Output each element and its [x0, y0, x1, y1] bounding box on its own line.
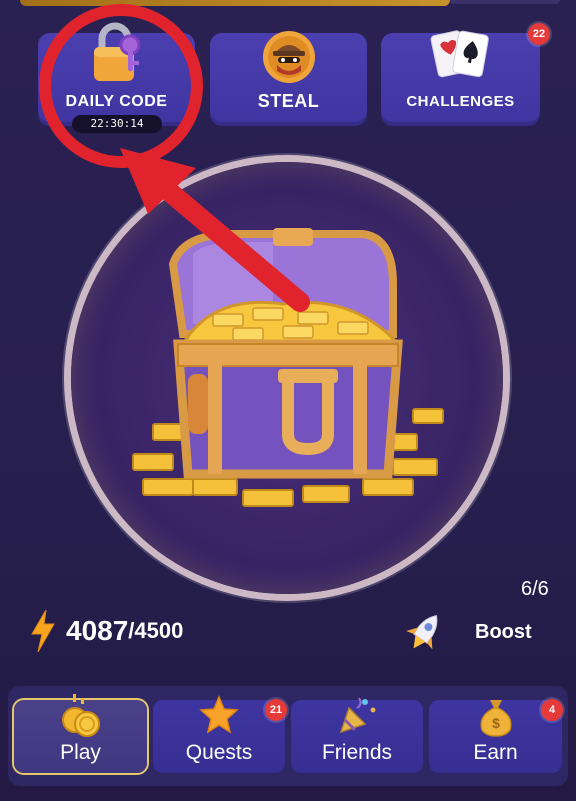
svg-text:$: $	[492, 715, 500, 731]
thief-icon	[263, 31, 315, 83]
daily-code-timer: 22:30:14	[72, 115, 162, 133]
challenges-button[interactable]: CHALLENGES 22	[381, 23, 550, 126]
energy-refill-count: 6/6	[521, 578, 549, 600]
challenges-label: CHALLENGES	[406, 93, 515, 110]
nav-friends-label: Friends	[321, 741, 393, 764]
daily-code-button[interactable]: DAILY CODE 22:30:14	[38, 22, 195, 133]
star-icon	[199, 695, 239, 734]
money-bag-icon: $	[480, 700, 511, 737]
earn-badge: 4	[541, 699, 563, 721]
playing-cards-icon	[430, 30, 489, 78]
rocket-icon	[406, 615, 438, 650]
quests-badge: 21	[265, 699, 287, 721]
party-horn-icon	[339, 697, 376, 734]
boost-label: Boost	[475, 620, 532, 643]
treasure-chest-icon	[132, 228, 444, 507]
top-progress-strip	[20, 0, 450, 6]
challenges-badge: 22	[528, 23, 550, 45]
padlock-key-icon	[94, 22, 141, 81]
energy-display: 4087 /4500	[30, 610, 183, 652]
lightning-icon	[31, 610, 55, 652]
daily-code-label: DAILY CODE	[65, 93, 168, 110]
top-strip-right	[450, 0, 560, 4]
boost-button[interactable]: Boost	[405, 610, 555, 654]
nav-play[interactable]: Play	[14, 694, 147, 773]
energy-current: 4087	[66, 615, 129, 646]
nav-quests[interactable]: Quests 21	[153, 695, 287, 773]
coins-icon	[61, 694, 100, 737]
steal-label: STEAL	[257, 91, 320, 111]
nav-play-label: Play	[60, 741, 101, 764]
nav-quests-label: Quests	[185, 741, 253, 764]
nav-friends[interactable]: Friends	[291, 697, 423, 773]
tap-treasure-chest[interactable]	[71, 162, 503, 594]
feature-row: DAILY CODE 22:30:14 STEAL CHALLENGES 22	[38, 22, 550, 133]
steal-button[interactable]: STEAL	[210, 31, 367, 126]
nav-earn[interactable]: $ Earn 4	[429, 699, 563, 773]
energy-max: /4500	[128, 618, 184, 643]
nav-earn-label: Earn	[473, 741, 518, 764]
bottom-nav: Play Quests 21 Friends $ Earn 4	[8, 686, 568, 786]
